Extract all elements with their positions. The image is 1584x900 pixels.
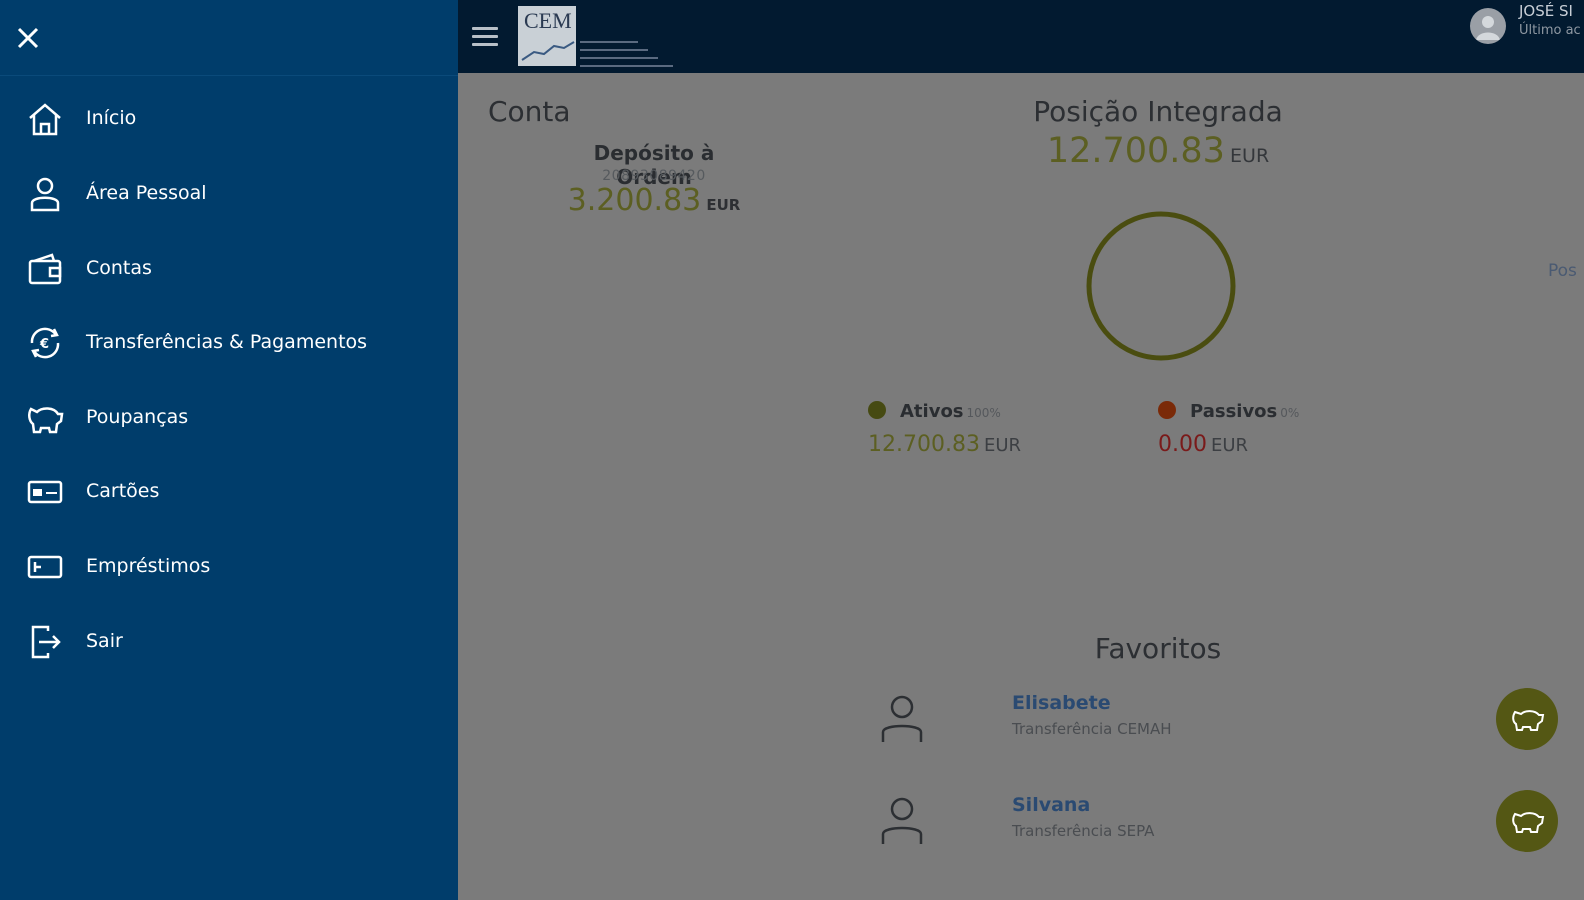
nav-label: Cartões <box>86 480 160 502</box>
nav-item-cartoes[interactable]: Cartões <box>0 461 458 523</box>
nav-item-sair[interactable]: Sair <box>0 611 458 673</box>
assets-pct: 100% <box>966 406 1001 420</box>
last-access-label: Último ac <box>1519 23 1581 38</box>
transfer-icon: € <box>30 327 60 359</box>
liabilities-color-dot <box>1158 401 1176 419</box>
assets-value: 12.700.83 <box>868 432 980 457</box>
nav-label: Início <box>86 107 137 129</box>
nav-item-emprestimos[interactable]: Empréstimos <box>0 536 458 598</box>
account-balance: 3.200.83 EUR <box>554 183 754 218</box>
drawer-header <box>0 0 458 76</box>
assets-currency: EUR <box>983 435 1022 456</box>
dashboard-main: Conta Depósito à Ordem 20893089420 3.200… <box>458 73 1584 900</box>
favorite-item[interactable]: Silvana Transferência SEPA <box>868 790 1584 870</box>
nav-label: Sair <box>86 630 123 652</box>
nav-label: Empréstimos <box>86 555 211 577</box>
nav-item-poupancas[interactable]: Poupanças <box>0 387 458 449</box>
next-panel-label[interactable]: Pos <box>1548 261 1577 281</box>
logout-icon <box>31 625 61 659</box>
assets-label: Ativos <box>900 401 964 422</box>
navigation-drawer: Início Área Pessoal Contas € Transferênc… <box>0 0 458 900</box>
bank-logo: CEM <box>518 6 673 67</box>
integrated-position-title: Posição Integrada <box>1033 95 1283 128</box>
nav-label: Poupanças <box>86 406 189 428</box>
nav-item-transferencias[interactable]: € Transferências & Pagamentos <box>0 312 458 374</box>
liabilities-pct: 0% <box>1280 406 1300 420</box>
card-icon <box>27 480 63 504</box>
integrated-position-value: 12.700.83 EUR <box>1018 131 1298 171</box>
assets-legend: Ativos 100% 12.700.83 EUR <box>868 401 1021 457</box>
nav-label: Transferências & Pagamentos <box>86 331 368 353</box>
nav-item-inicio[interactable]: Início <box>0 88 458 150</box>
menu-icon[interactable] <box>472 20 504 52</box>
nav-label: Contas <box>86 257 152 279</box>
account-balance-value: 3.200.83 <box>567 183 702 218</box>
liabilities-label: Passivos <box>1190 401 1278 422</box>
favorite-name[interactable]: Silvana <box>1012 794 1090 816</box>
favorite-transfer-type: Transferência CEMAH <box>1012 720 1172 738</box>
favorites-title: Favoritos <box>1094 632 1222 665</box>
person-icon <box>30 177 60 212</box>
nav-item-contas[interactable]: Contas <box>0 238 458 300</box>
person-icon <box>881 695 923 742</box>
piggy-bank-icon <box>28 407 64 434</box>
integrated-position-currency: EUR <box>1230 145 1270 167</box>
assets-ring-segment <box>1086 211 1236 361</box>
account-number: 20893089420 <box>602 168 706 184</box>
logo-text: CEM <box>524 8 572 33</box>
loan-icon <box>27 555 63 579</box>
user-name: JOSÉ SI <box>1519 2 1573 20</box>
nav-label: Área Pessoal <box>86 182 207 204</box>
liabilities-currency: EUR <box>1210 435 1249 456</box>
piggy-bank-icon <box>1512 710 1545 731</box>
liabilities-value: 0.00 <box>1158 432 1207 457</box>
wallet-icon <box>28 253 62 285</box>
liabilities-legend: Passivos 0% 0.00 EUR <box>1158 401 1299 457</box>
piggy-bank-icon <box>1512 812 1545 833</box>
close-icon[interactable] <box>14 24 42 52</box>
assets-color-dot <box>868 401 886 419</box>
person-icon <box>881 797 923 844</box>
favorite-item[interactable]: Elisabete Transferência CEMAH <box>868 688 1584 768</box>
favorite-action-button[interactable] <box>1496 688 1558 750</box>
account-section-title: Conta <box>488 95 571 128</box>
svg-text:€: € <box>39 337 49 352</box>
favorite-name[interactable]: Elisabete <box>1012 692 1111 714</box>
nav-item-area-pessoal[interactable]: Área Pessoal <box>0 163 458 225</box>
favorite-action-button[interactable] <box>1496 790 1558 852</box>
account-balance-currency: EUR <box>706 196 741 214</box>
position-donut-chart <box>1086 211 1236 361</box>
home-icon <box>29 103 61 136</box>
integrated-position-amount: 12.700.83 <box>1046 131 1225 171</box>
favorite-transfer-type: Transferência SEPA <box>1012 822 1155 840</box>
user-avatar[interactable] <box>1470 8 1506 44</box>
